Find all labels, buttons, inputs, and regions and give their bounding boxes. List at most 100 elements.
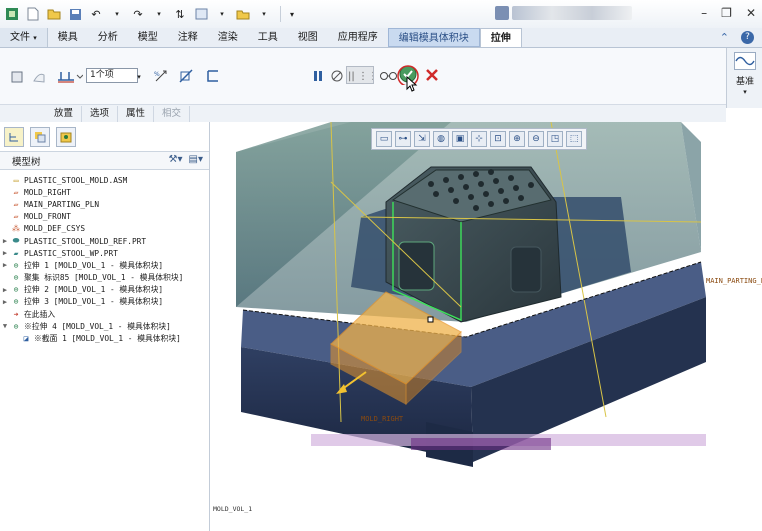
- cancel-icon[interactable]: [423, 66, 441, 84]
- tree-item-label: 在此插入: [24, 309, 56, 319]
- tab-extrude[interactable]: 拉伸: [479, 28, 522, 47]
- axis-display-icon[interactable]: ⇲: [414, 131, 430, 147]
- save-icon[interactable]: [67, 6, 83, 22]
- tree-row[interactable]: ▱ MOLD_FRONT: [0, 211, 209, 223]
- tree-item-label: ※截面 1 [MOLD_VOL_1 - 模具体积块]: [34, 334, 181, 344]
- expand-icon[interactable]: ▶: [0, 237, 10, 245]
- tab-applications[interactable]: 应用程序: [328, 28, 388, 47]
- favorites-tab[interactable]: [56, 126, 76, 147]
- coordinate-system-icon: ⁂: [12, 224, 20, 234]
- new-file-icon[interactable]: [25, 6, 41, 22]
- datum-label: 基准: [735, 77, 754, 87]
- model-tree-tab[interactable]: [4, 126, 24, 147]
- assembly-icon: ▭: [13, 175, 19, 185]
- depth-dropdown-icon[interactable]: ▾: [130, 68, 148, 86]
- spin-center-icon[interactable]: ◍: [433, 131, 449, 147]
- thicken-sketch-icon[interactable]: [204, 67, 222, 85]
- extrude-dashboard: 1个项 ▾ % || ⋮⋮ 放置 选项 属性 相交: [0, 48, 726, 122]
- window-title-blur: [495, 6, 509, 20]
- maximize-icon[interactable]: ❐: [721, 6, 732, 20]
- sketch-icon: ◪: [23, 334, 29, 344]
- repaint-icon[interactable]: ◳: [547, 131, 563, 147]
- display-style-icon[interactable]: ▣: [452, 131, 468, 147]
- minimize-icon[interactable]: –: [701, 6, 707, 20]
- tab-mold[interactable]: 模具: [48, 28, 88, 47]
- undo-dropdown-icon[interactable]: ▾: [109, 6, 125, 22]
- tree-item-label: MOLD_RIGHT: [24, 187, 71, 197]
- zoom-out-icon[interactable]: ⊖: [528, 131, 544, 147]
- datum-panel[interactable]: 基准 ▾: [726, 48, 762, 108]
- close-icon[interactable]: ✕: [746, 6, 756, 20]
- tab-placement[interactable]: 放置: [46, 106, 82, 122]
- tab-properties[interactable]: 属性: [118, 106, 154, 122]
- drag-handle: [427, 316, 434, 323]
- surface-icon[interactable]: [30, 68, 48, 86]
- tab-model[interactable]: 模型: [128, 28, 168, 47]
- redo-icon[interactable]: ↷: [130, 6, 146, 22]
- expand-icon[interactable]: ▶: [0, 286, 10, 294]
- saved-views-icon[interactable]: ⊹: [471, 131, 487, 147]
- no-preview-icon[interactable]: [328, 67, 346, 85]
- ribbon-right-controls: ⌃ ?: [720, 31, 754, 44]
- expand-icon[interactable]: ▶: [0, 249, 10, 257]
- close-window-dropdown-icon[interactable]: ▾: [256, 6, 272, 22]
- dashboard-subtabs: 放置 选项 属性 相交: [0, 104, 726, 122]
- remove-material-icon[interactable]: [177, 67, 195, 85]
- verify-icon[interactable]: [378, 67, 398, 85]
- open-folder-icon[interactable]: [46, 6, 62, 22]
- stool-window: [510, 246, 542, 293]
- app-icon: [4, 6, 20, 22]
- tree-row[interactable]: ➜ 在此插入: [0, 308, 209, 320]
- tree-row[interactable]: ▶ ▰ PLASTIC_STOOL_WP.PRT: [0, 247, 209, 259]
- redo-dropdown-icon[interactable]: ▾: [151, 6, 167, 22]
- tree-row[interactable]: ◪ ※截面 1 [MOLD_VOL_1 - 模具体积块]: [0, 332, 209, 344]
- tree-row[interactable]: ▶ ⊜ 拉伸 1 [MOLD_VOL_1 - 模具体积块]: [0, 259, 209, 271]
- datum-plane-icon: ▱: [13, 187, 19, 197]
- zoom-box-icon[interactable]: ⊡: [490, 131, 506, 147]
- tree-row[interactable]: ▶ ⊜ 拉伸 3 [MOLD_VOL_1 - 模具体积块]: [0, 296, 209, 308]
- zoom-in-icon[interactable]: ⊕: [509, 131, 525, 147]
- tree-row[interactable]: ▼ ⊜ ※拉伸 4 [MOLD_VOL_1 - 模具体积块]: [0, 320, 209, 332]
- navigator-panel: 模型树 ⚒▾ ▤▾ ▭ PLASTIC_STOOL_MOLD.ASM ▱ MOLD_…: [0, 122, 210, 531]
- close-window-icon[interactable]: [235, 6, 251, 22]
- tree-columns-icon[interactable]: ▤▾: [189, 154, 203, 165]
- volume-name-label: MOLD_VOL_1: [213, 505, 253, 513]
- customize-toolbar-icon[interactable]: ▾: [284, 6, 300, 22]
- depth-option-icon[interactable]: [54, 67, 84, 85]
- undo-icon[interactable]: ↶: [88, 6, 104, 22]
- pause-icon[interactable]: [309, 67, 327, 85]
- tree-row[interactable]: ⁂ MOLD_DEF_CSYS: [0, 223, 209, 235]
- flip-direction-icon[interactable]: %: [152, 67, 170, 85]
- refit-icon[interactable]: ▭: [376, 131, 392, 147]
- tree-row[interactable]: ⊜ 聚集 标识85 [MOLD_VOL_1 - 模具体积块]: [0, 272, 209, 284]
- tree-row[interactable]: ▱ MOLD_RIGHT: [0, 186, 209, 198]
- tab-render[interactable]: 渲染: [208, 28, 248, 47]
- expand-icon[interactable]: ▶: [0, 261, 10, 269]
- tab-annotate[interactable]: 注释: [168, 28, 208, 47]
- regenerate-icon[interactable]: ⇅: [172, 6, 188, 22]
- tab-options[interactable]: 选项: [82, 106, 118, 122]
- windows-dropdown-icon[interactable]: ▾: [214, 6, 230, 22]
- datum-display-icon[interactable]: ⊶: [395, 131, 411, 147]
- windows-icon[interactable]: [193, 6, 209, 22]
- tab-edit-mold-volume[interactable]: 编辑模具体积块: [387, 28, 480, 47]
- tab-analysis[interactable]: 分析: [88, 28, 128, 47]
- tab-file[interactable]: 文件 ▾: [0, 28, 48, 47]
- tree-row[interactable]: ▭ PLASTIC_STOOL_MOLD.ASM: [0, 174, 209, 186]
- tab-tools[interactable]: 工具: [248, 28, 288, 47]
- collapse-icon[interactable]: ▼: [0, 322, 10, 330]
- tree-row[interactable]: ▱ MAIN_PARTING_PLN: [0, 198, 209, 210]
- graphics-viewport[interactable]: ▭ ⊶ ⇲ ◍ ▣ ⊹ ⊡ ⊕ ⊖ ◳ ⬚ MAIN_PARTING_PL MO…: [211, 122, 762, 531]
- tab-view[interactable]: 视图: [288, 28, 328, 47]
- help-icon[interactable]: ?: [741, 31, 754, 44]
- collapse-ribbon-icon[interactable]: ⌃: [720, 31, 729, 44]
- tree-row[interactable]: ▶ ⊜ 拉伸 2 [MOLD_VOL_1 - 模具体积块]: [0, 284, 209, 296]
- tab-intersect[interactable]: 相交: [154, 106, 190, 122]
- solid-icon[interactable]: [8, 68, 26, 86]
- preview-icon[interactable]: || ⋮⋮: [346, 66, 374, 84]
- folder-browser-tab[interactable]: [30, 126, 50, 147]
- expand-icon[interactable]: ▶: [0, 298, 10, 306]
- perspective-icon[interactable]: ⬚: [566, 131, 582, 147]
- tree-settings-icon[interactable]: ⚒▾: [169, 154, 183, 165]
- tree-row[interactable]: ▶ ⬬ PLASTIC_STOOL_MOLD_REF.PRT: [0, 235, 209, 247]
